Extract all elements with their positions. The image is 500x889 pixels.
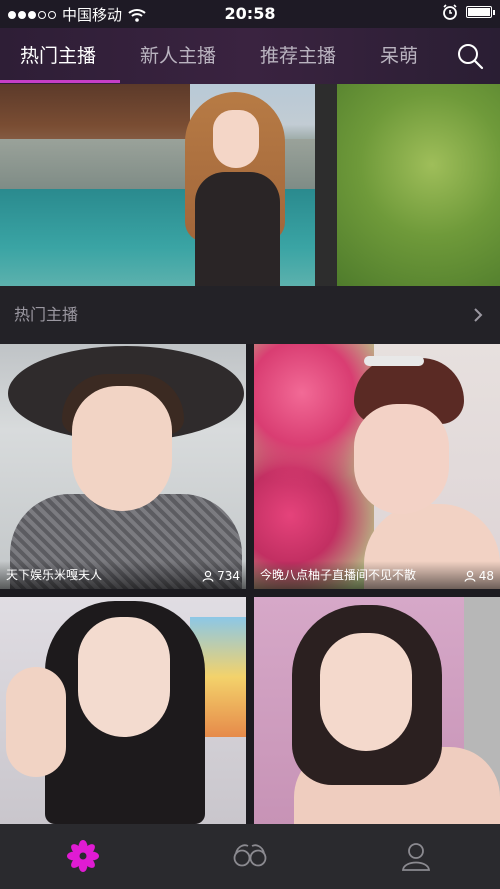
streamer-grid: 天下娱乐米嘎夫人 734 今晚八点柚子直播间不见不散 48 — [0, 344, 500, 824]
viewers-icon — [202, 570, 214, 582]
top-tab-bar: 热门主播 新人主播 推荐主播 呆萌 — [0, 28, 500, 84]
clock: 20:58 — [224, 4, 276, 23]
streamer-name: 今晚八点柚子直播间不见不散 — [260, 568, 417, 582]
status-bar: 中国移动 20:58 — [0, 0, 500, 28]
streamer-thumbnail — [354, 404, 449, 514]
streamer-name: 天下娱乐米嘎夫人 — [6, 568, 103, 582]
glasses-icon — [233, 844, 267, 867]
streamer-thumbnail — [72, 386, 172, 511]
featured-banner[interactable] — [0, 84, 500, 286]
streamer-thumbnail — [78, 617, 170, 737]
search-icon[interactable] — [456, 42, 484, 70]
profile-icon — [402, 843, 430, 871]
tab-recommended-streamers[interactable]: 推荐主播 — [260, 28, 336, 84]
flower-icon — [67, 840, 99, 872]
status-right — [442, 4, 495, 20]
tab-hot-streamers[interactable]: 热门主播 — [20, 28, 96, 84]
nav-home[interactable] — [63, 836, 103, 876]
nav-profile[interactable] — [396, 836, 436, 876]
viewers-icon — [464, 570, 476, 582]
viewer-count: 48 — [464, 569, 494, 583]
streamer-card[interactable] — [254, 597, 500, 824]
streamer-card[interactable] — [0, 597, 246, 824]
tiara — [364, 356, 424, 366]
tab-new-streamers[interactable]: 新人主播 — [140, 28, 216, 84]
battery-icon — [466, 6, 495, 18]
streamer-card[interactable]: 今晚八点柚子直播间不见不散 48 — [254, 344, 500, 589]
bottom-nav — [0, 824, 500, 889]
section-title: 热门主播 — [14, 305, 79, 324]
chevron-right-icon — [474, 308, 483, 322]
tab-cute[interactable]: 呆萌 — [380, 28, 418, 84]
banner-streamer-photo — [185, 92, 285, 286]
viewer-count: 734 — [202, 569, 240, 583]
alarm-icon — [443, 4, 457, 20]
streamer-card[interactable]: 天下娱乐米嘎夫人 734 — [0, 344, 246, 589]
streamer-thumbnail — [320, 633, 412, 751]
section-header[interactable]: 热门主播 — [0, 286, 500, 344]
nav-discover[interactable] — [230, 836, 270, 876]
active-tab-indicator — [0, 80, 120, 83]
